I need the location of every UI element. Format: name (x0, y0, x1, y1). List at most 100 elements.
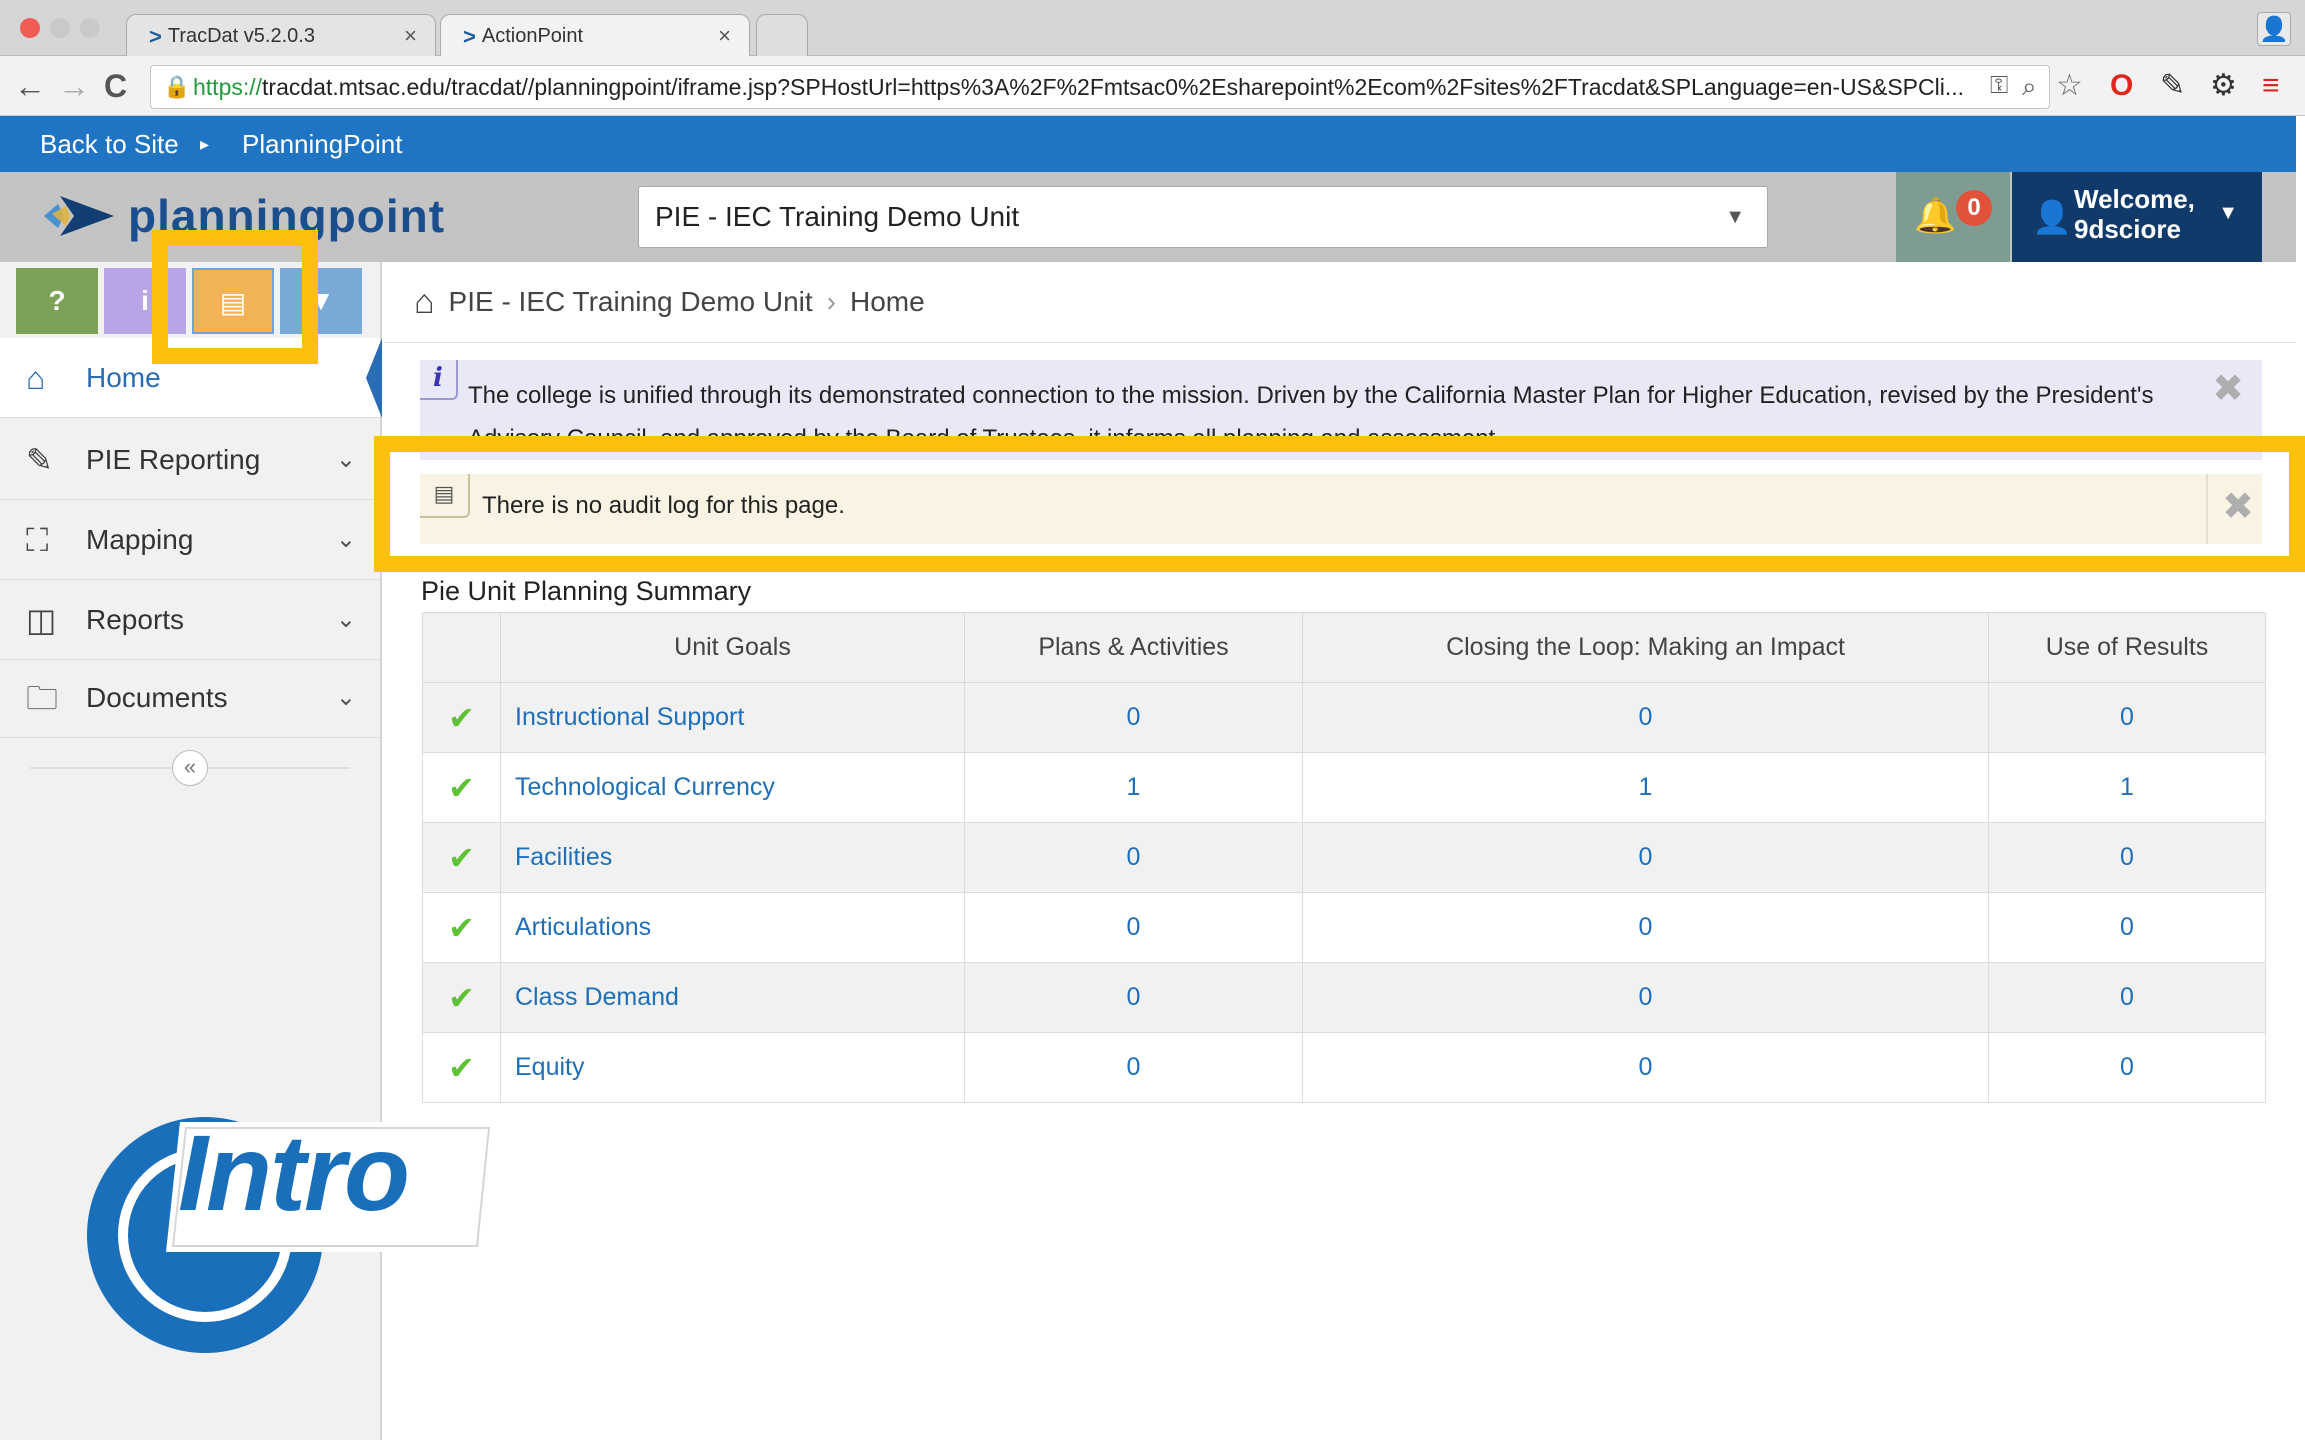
opera-extension-icon[interactable]: O (2110, 68, 2133, 104)
closing-count-link[interactable]: 0 (1302, 1032, 1989, 1103)
url-field[interactable]: 🔒 https://tracdat.mtsac.edu/tracdat//pla… (150, 65, 2050, 109)
user-icon: 👤 (2032, 199, 2072, 235)
check-column-header (422, 612, 501, 683)
closing-count-link[interactable]: 0 (1302, 892, 1989, 963)
sidebar-item-label: Home (86, 362, 161, 393)
breadcrumb-separator-icon: › (826, 286, 836, 317)
planningpoint-link[interactable]: PlanningPoint (242, 116, 402, 172)
closing-count-link[interactable]: 0 (1302, 962, 1989, 1033)
back-arrow-icon[interactable]: ← (14, 68, 46, 104)
menu-hamburger-icon[interactable]: ≡ (2262, 68, 2280, 104)
audit-button-highlight (152, 230, 318, 364)
window-minimize-dot[interactable] (50, 18, 70, 38)
breadcrumb-unit[interactable]: PIE - IEC Training Demo Unit (449, 286, 813, 318)
plans-count-link[interactable]: 0 (964, 822, 1303, 893)
help-button[interactable]: ? (16, 268, 98, 334)
sidebar-item-documents[interactable]: 🗀 Documents ⌄ (0, 658, 380, 738)
user-menu[interactable]: 👤 Welcome, 9dsciore ▼ (2012, 172, 2262, 262)
plans-count-link[interactable]: 0 (964, 682, 1303, 753)
settings-extension-icon[interactable]: ⚙ (2210, 68, 2237, 104)
key-icon[interactable]: ⚿ (1990, 68, 2008, 104)
divider (384, 342, 2296, 343)
use-count-link[interactable]: 0 (1988, 1032, 2266, 1103)
tab-close-icon[interactable]: × (718, 23, 731, 49)
sidebar-item-reports[interactable]: ◫ Reports ⌄ (0, 580, 380, 660)
planning-summary-table: Unit Goals Plans & Activities Closing th… (422, 612, 2266, 1103)
sidebar-item-label: Documents (86, 682, 228, 713)
audit-banner-highlight (374, 436, 2305, 572)
summary-title: Pie Unit Planning Summary (421, 576, 752, 606)
table-header-row: Unit Goals Plans & Activities Closing th… (422, 612, 2266, 683)
home-icon[interactable]: ⌂ (414, 283, 435, 322)
plans-count-link[interactable]: 0 (964, 962, 1303, 1033)
welcome-line: Welcome, (2074, 184, 2195, 214)
plans-count-link[interactable]: 1 (964, 752, 1303, 823)
window-zoom-dot[interactable] (80, 18, 100, 38)
username: 9dsciore (2074, 214, 2181, 244)
closing-count-link[interactable]: 0 (1302, 682, 1989, 753)
profile-icon[interactable]: 👤 (2257, 12, 2291, 46)
use-count-link[interactable]: 0 (1988, 892, 2266, 963)
forward-arrow-icon[interactable]: → (58, 68, 90, 104)
notification-count-badge: 0 (1956, 190, 1992, 226)
check-icon: ✔ (422, 682, 501, 753)
use-count-link[interactable]: 0 (1988, 682, 2266, 753)
sidebar-item-label: Mapping (86, 524, 194, 555)
reload-icon[interactable]: C (104, 68, 127, 104)
pencil-icon: ✎ (26, 442, 53, 478)
bookmark-star-icon[interactable]: ☆ (2056, 68, 2083, 104)
welcome-text: Welcome, 9dsciore (2074, 184, 2195, 244)
goal-link[interactable]: Instructional Support (500, 682, 965, 753)
table-row: ✔ Technological Currency 1 1 1 (422, 752, 2266, 823)
use-count-link[interactable]: 0 (1988, 822, 2266, 893)
app-header: planningpoint PIE - IEC Training Demo Un… (0, 172, 2296, 262)
column-header[interactable]: Closing the Loop: Making an Impact (1302, 612, 1989, 683)
close-icon[interactable]: ✖ (2212, 366, 2244, 411)
column-header[interactable]: Use of Results (1988, 612, 2266, 683)
window-close-dot[interactable] (20, 18, 40, 38)
goal-link[interactable]: Equity (500, 1032, 965, 1103)
intro-logo: Intro (70, 1110, 510, 1370)
browser-tab-bar: > TracDat v5.2.0.3 × > ActionPoint × 👤 (0, 0, 2305, 58)
folder-icon: 🗀 (26, 680, 59, 716)
info-icon: i (420, 360, 458, 400)
sidebar-item-mapping[interactable]: ⛶ Mapping ⌄ (0, 500, 380, 580)
new-tab-button[interactable] (756, 14, 808, 58)
table-row: ✔ Class Demand 0 0 0 (422, 962, 2266, 1033)
eyedropper-extension-icon[interactable]: ✎ (2160, 68, 2185, 104)
url-scheme: https:// (193, 74, 263, 100)
closing-count-link[interactable]: 1 (1302, 752, 1989, 823)
goal-link[interactable]: Technological Currency (500, 752, 965, 823)
unit-selector-dropdown[interactable]: PIE - IEC Training Demo Unit ▼ (638, 186, 1768, 248)
plans-count-link[interactable]: 0 (964, 892, 1303, 963)
sharepoint-bar: Back to Site ▸ PlanningPoint (0, 116, 2296, 172)
tab-label: ActionPoint (481, 25, 584, 47)
sidebar-item-pie-reporting[interactable]: ✎ PIE Reporting ⌄ (0, 420, 380, 500)
collapse-sidebar-button[interactable]: « (172, 750, 208, 786)
chevron-down-icon: ▼ (1725, 206, 1745, 228)
tab-close-icon[interactable]: × (404, 23, 417, 49)
home-icon: ⌂ (26, 360, 46, 396)
bell-icon: 🔔 (1914, 197, 1957, 235)
breadcrumb-arrow-icon: ▸ (200, 134, 210, 154)
chevron-down-icon: ⌄ (335, 446, 356, 473)
notifications-button[interactable]: 🔔 0 (1896, 172, 2010, 262)
goal-link[interactable]: Class Demand (500, 962, 965, 1033)
zoom-icon[interactable]: ⌕ (2022, 68, 2037, 104)
caret-down-icon: ▼ (2218, 202, 2238, 224)
breadcrumb: ⌂ PIE - IEC Training Demo Unit › Home (414, 280, 925, 324)
plans-count-link[interactable]: 0 (964, 1032, 1303, 1103)
check-icon: ✔ (422, 892, 501, 963)
tab-tracdat[interactable]: > TracDat v5.2.0.3 × (126, 14, 436, 58)
goal-link[interactable]: Articulations (500, 892, 965, 963)
back-to-site-link[interactable]: Back to Site (40, 116, 179, 172)
closing-count-link[interactable]: 0 (1302, 822, 1989, 893)
use-count-link[interactable]: 0 (1988, 962, 2266, 1033)
goal-link[interactable]: Facilities (500, 822, 965, 893)
column-header[interactable]: Unit Goals (500, 612, 965, 683)
table-row: ✔ Instructional Support 0 0 0 (422, 682, 2266, 753)
use-count-link[interactable]: 1 (1988, 752, 2266, 823)
table-row: ✔ Facilities 0 0 0 (422, 822, 2266, 893)
column-header[interactable]: Plans & Activities (964, 612, 1303, 683)
tab-actionpoint[interactable]: > ActionPoint × (440, 14, 750, 58)
